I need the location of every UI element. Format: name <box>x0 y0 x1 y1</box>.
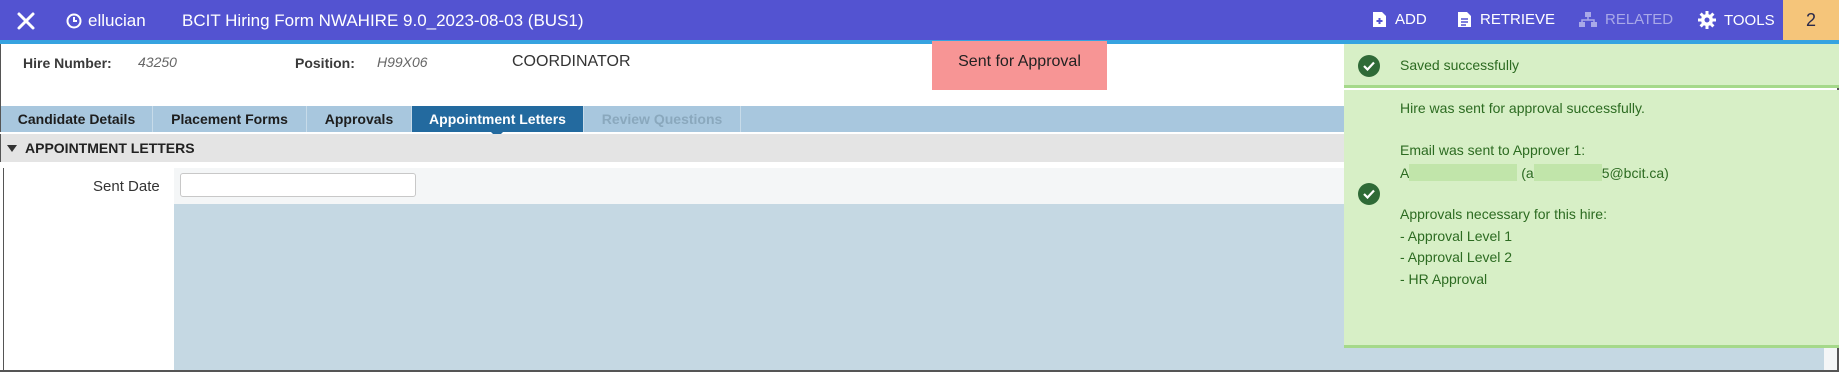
sitemap-icon <box>1579 12 1597 27</box>
sent-date-input[interactable] <box>180 173 416 197</box>
sent-approval-message: Hire was sent for approval successfully. <box>1400 100 1645 116</box>
collapse-triangle-icon[interactable] <box>7 144 17 152</box>
notification-panel: Saved successfully Hire was sent for app… <box>1344 44 1839 348</box>
top-header-bar: ellucian BCIT Hiring Form NWAHIRE 9.0_20… <box>0 0 1839 43</box>
hire-number-label: Hire Number: <box>23 55 112 71</box>
approver-name-prefix: A <box>1400 165 1410 181</box>
close-icon[interactable] <box>14 9 38 33</box>
add-document-icon <box>1373 12 1386 27</box>
related-button[interactable]: RELATED <box>1579 11 1673 28</box>
sent-date-label: Sent Date <box>93 178 160 195</box>
ellucian-logo[interactable]: ellucian <box>66 11 146 31</box>
tab-appointment-letters[interactable]: Appointment Letters <box>412 106 584 132</box>
tools-button[interactable]: TOOLS <box>1698 11 1775 29</box>
notification-count-badge[interactable]: 2 <box>1783 0 1839 40</box>
approval-level-item: - Approval Level 1 <box>1400 228 1513 244</box>
tab-review-questions[interactable]: Review Questions <box>584 106 741 132</box>
tab-approvals[interactable]: Approvals <box>307 106 412 132</box>
tab-placement-forms[interactable]: Placement Forms <box>153 106 307 132</box>
approval-level-item: - HR Approval <box>1400 271 1488 287</box>
approver-email-open: (a <box>1521 165 1534 181</box>
retrieve-button-label: RETRIEVE <box>1480 11 1556 28</box>
approvals-heading: Approvals necessary for this hire: <box>1400 206 1607 222</box>
retrieve-button[interactable]: RETRIEVE <box>1457 11 1555 28</box>
redacted-email <box>1533 164 1602 181</box>
tools-button-label: TOOLS <box>1724 11 1775 29</box>
gear-icon <box>1698 11 1716 29</box>
brand-name: ellucian <box>88 11 146 30</box>
approver-email-suffix: 5@bcit.ca) <box>1601 165 1669 181</box>
redacted-name <box>1409 164 1518 181</box>
related-button-label: RELATED <box>1605 11 1674 28</box>
saved-message: Saved successfully <box>1400 57 1520 73</box>
section-title: APPOINTMENT LETTERS <box>25 140 195 156</box>
page-title: BCIT Hiring Form NWAHIRE 9.0_2023-08-03 … <box>182 11 584 30</box>
add-button[interactable]: ADD <box>1372 11 1427 28</box>
approval-notification[interactable]: Hire was sent for approval successfully.… <box>1344 90 1839 348</box>
ellucian-logo-icon <box>66 13 82 29</box>
check-circle-icon <box>1358 55 1380 77</box>
position-description: COORDINATOR <box>512 53 631 70</box>
retrieve-document-icon <box>1458 12 1471 27</box>
approver-line: A (a 5@bcit.ca) <box>1400 164 1669 181</box>
check-circle-icon <box>1358 183 1380 205</box>
add-button-label: ADD <box>1395 11 1427 28</box>
tab-candidate-details[interactable]: Candidate Details <box>1 106 153 132</box>
email-sent-message: Email was sent to Approver 1: <box>1400 142 1586 158</box>
saved-notification[interactable]: Saved successfully <box>1344 44 1839 88</box>
approval-level-item: - Approval Level 2 <box>1400 249 1513 265</box>
position-value: H99X06 <box>377 54 428 70</box>
position-label: Position: <box>295 55 355 71</box>
status-badge: Sent for Approval <box>932 41 1107 90</box>
form-label-column <box>3 168 174 370</box>
hire-number-value: 43250 <box>138 54 177 70</box>
